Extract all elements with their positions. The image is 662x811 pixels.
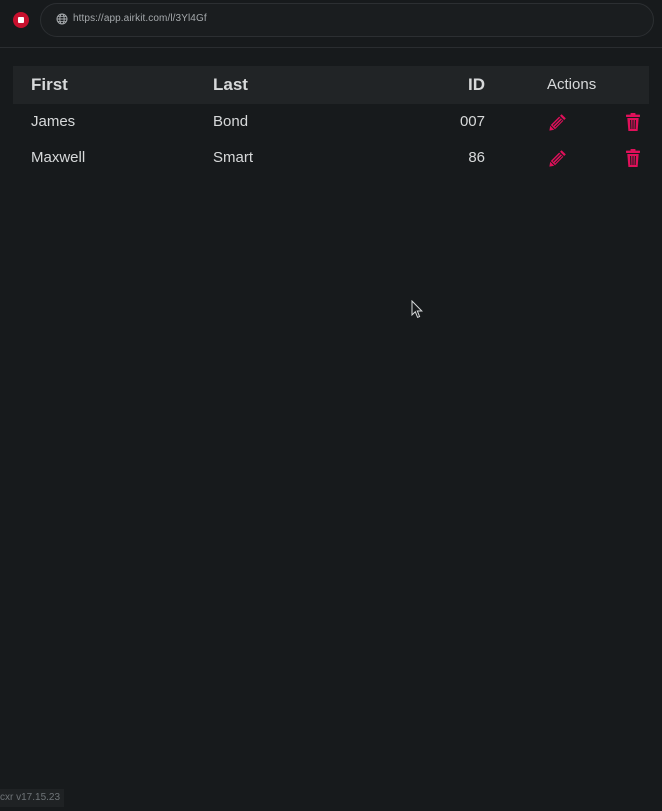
cell-last: Smart	[213, 149, 254, 166]
cell-first: Maxwell	[31, 149, 86, 166]
people-table: First Last ID Actions James Bond 007 Max…	[13, 66, 649, 176]
column-header-first[interactable]: First	[31, 66, 68, 104]
address-bar[interactable]: https://app.airkit.com/l/3Yl4Gf	[40, 3, 654, 37]
edit-button[interactable]	[548, 148, 568, 168]
pencil-icon	[549, 150, 566, 167]
stop-recording-icon	[18, 17, 24, 23]
trash-icon	[626, 113, 640, 131]
app-page: https://app.airkit.com/l/3Yl4Gf First La…	[0, 0, 662, 811]
table-header: First Last ID Actions	[13, 66, 649, 104]
cell-last: Bond	[213, 113, 249, 130]
delete-button[interactable]	[623, 148, 643, 168]
version-badge: cxr v17.15.23	[0, 789, 65, 807]
url-text: https://app.airkit.com/l/3Yl4Gf	[73, 13, 207, 24]
column-header-last[interactable]: Last	[213, 66, 248, 104]
pencil-icon	[549, 114, 566, 131]
edit-button[interactable]	[548, 112, 568, 132]
cell-id: 007	[459, 113, 485, 130]
delete-button[interactable]	[623, 112, 643, 132]
column-header-actions: Actions	[547, 76, 597, 93]
table-row: James Bond 007	[13, 104, 649, 140]
table-row: Maxwell Smart 86	[13, 140, 649, 176]
browser-toolbar: https://app.airkit.com/l/3Yl4Gf	[0, 0, 662, 48]
column-header-id[interactable]: ID	[468, 66, 485, 104]
mouse-cursor-icon	[411, 300, 423, 319]
globe-icon	[56, 13, 68, 25]
trash-icon	[626, 149, 640, 167]
cell-id: 86	[468, 149, 485, 166]
cell-first: James	[31, 113, 76, 130]
stop-recording-button[interactable]	[13, 12, 29, 28]
